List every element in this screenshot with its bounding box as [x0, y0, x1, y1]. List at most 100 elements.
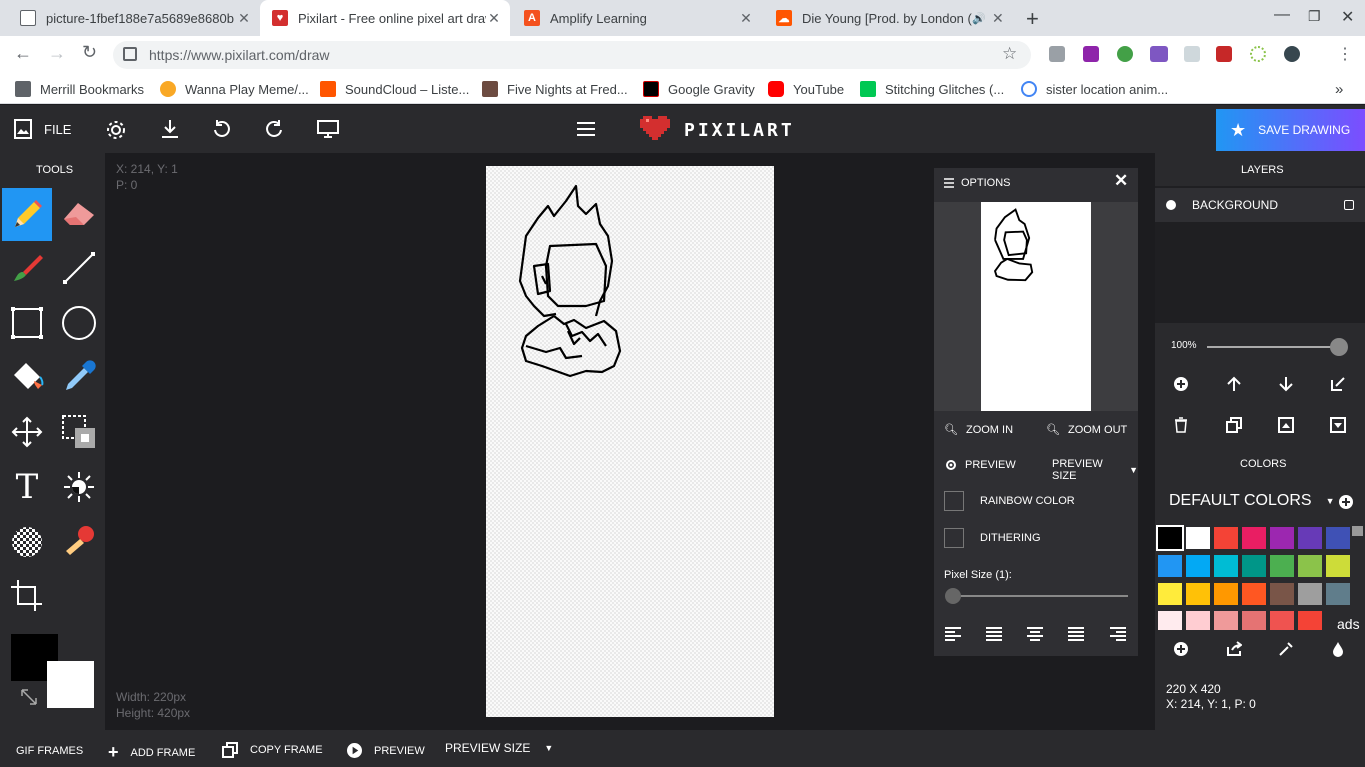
- text-tool[interactable]: T: [4, 463, 50, 511]
- dithering-option[interactable]: DITHERING: [944, 528, 1041, 548]
- color-swatch[interactable]: [1214, 611, 1238, 630]
- tab-soundcloud[interactable]: ☁ Die Young [Prod. by London ( 🔊 ✕: [764, 0, 1012, 36]
- water-drop-icon[interactable]: [1331, 641, 1345, 657]
- dither-tool[interactable]: [4, 518, 50, 566]
- hamburger-menu-icon[interactable]: [576, 121, 596, 137]
- page-info-icon[interactable]: [123, 47, 137, 61]
- close-tab-icon[interactable]: ✕: [992, 10, 1004, 27]
- bookmark-star-icon[interactable]: ☆: [1002, 44, 1017, 64]
- extension-icon[interactable]: [1150, 46, 1168, 62]
- add-layer-icon[interactable]: [1173, 376, 1189, 392]
- undo-icon[interactable]: [212, 120, 232, 138]
- tab-pixilart[interactable]: ♥ Pixilart - Free online pixel art draw …: [260, 0, 510, 36]
- color-swatch[interactable]: [1242, 527, 1266, 549]
- color-swatch[interactable]: [1298, 611, 1322, 630]
- audio-playing-icon[interactable]: 🔊: [972, 12, 986, 25]
- reload-icon[interactable]: ↻: [82, 42, 97, 63]
- circle-tool[interactable]: [56, 299, 102, 347]
- extension-icon[interactable]: [1284, 46, 1300, 62]
- close-options-icon[interactable]: ✕: [1114, 171, 1128, 191]
- brush-tool[interactable]: [4, 244, 50, 292]
- redo-icon[interactable]: [264, 120, 284, 138]
- merge-up-icon[interactable]: [1278, 417, 1294, 433]
- color-swatch[interactable]: [1186, 527, 1210, 549]
- color-swatch[interactable]: [1158, 583, 1182, 605]
- move-layer-up-icon[interactable]: [1226, 376, 1242, 392]
- new-tab-button[interactable]: +: [1026, 6, 1039, 32]
- url-text[interactable]: https://www.pixilart.com/draw: [149, 47, 330, 63]
- color-swatch[interactable]: [1158, 611, 1182, 630]
- bookmark-youtube[interactable]: YouTube: [768, 80, 844, 98]
- tab-picture[interactable]: picture-1fbef188e7a5689e8680b ✕: [8, 0, 260, 36]
- color-swatch[interactable]: [1186, 583, 1210, 605]
- duplicate-layer-icon[interactable]: [1226, 417, 1242, 433]
- download-icon[interactable]: [161, 119, 179, 139]
- bookmark-merrill[interactable]: Merrill Bookmarks: [15, 80, 144, 98]
- eraser-tool[interactable]: [56, 190, 102, 238]
- color-swatch[interactable]: [1270, 527, 1294, 549]
- swap-colors-icon[interactable]: [20, 688, 38, 706]
- crop-tool[interactable]: [4, 572, 50, 620]
- rainbow-checkbox[interactable]: [944, 491, 964, 511]
- select-tool[interactable]: [56, 408, 102, 456]
- color-swatch[interactable]: [1298, 583, 1322, 605]
- swatch-scrollbar[interactable]: [1350, 524, 1365, 630]
- pencil-tool[interactable]: [2, 188, 52, 241]
- tab-amplify[interactable]: A Amplify Learning ✕: [512, 0, 762, 36]
- preview-thumbnail[interactable]: [981, 202, 1091, 411]
- add-palette-icon[interactable]: [1338, 494, 1354, 510]
- extension-icon[interactable]: [1083, 46, 1099, 62]
- layer-item-background[interactable]: BACKGROUND: [1155, 188, 1365, 222]
- add-color-icon[interactable]: [1173, 641, 1189, 657]
- extension-icon[interactable]: [1250, 46, 1266, 62]
- copy-frame-button[interactable]: COPY FRAME: [222, 742, 323, 758]
- restore-icon[interactable]: ❐: [1308, 8, 1321, 25]
- close-tab-icon[interactable]: ✕: [486, 10, 502, 27]
- add-frame-button[interactable]: + ADD FRAME: [108, 742, 195, 763]
- forward-icon[interactable]: →: [48, 43, 66, 64]
- close-tab-icon[interactable]: ✕: [738, 10, 754, 27]
- pixel-size-slider[interactable]: [945, 588, 961, 604]
- move-layer-down-icon[interactable]: [1278, 376, 1294, 392]
- extension-icon[interactable]: [1117, 46, 1133, 62]
- color-swatch[interactable]: [1158, 555, 1182, 577]
- color-swatch[interactable]: [1186, 555, 1210, 577]
- rainbow-color-option[interactable]: RAINBOW COLOR: [944, 491, 1075, 511]
- color-swatch[interactable]: [1214, 527, 1238, 549]
- drawing-canvas[interactable]: [486, 166, 774, 717]
- close-tab-icon[interactable]: ✕: [236, 10, 252, 27]
- color-swatch[interactable]: [1186, 611, 1210, 630]
- zoom-out-button[interactable]: 🔍︎ ZOOM OUT: [1046, 423, 1127, 437]
- delete-layer-icon[interactable]: [1173, 417, 1189, 433]
- minimize-icon[interactable]: —: [1274, 6, 1290, 24]
- color-swatch[interactable]: [1270, 583, 1294, 605]
- color-swatch[interactable]: [1270, 555, 1294, 577]
- line-tool[interactable]: [56, 244, 102, 292]
- share-palette-icon[interactable]: [1226, 641, 1242, 657]
- color-swatch[interactable]: [1298, 527, 1322, 549]
- file-menu[interactable]: FILE: [14, 119, 71, 139]
- bookmark-stitching[interactable]: Stitching Glitches (...: [860, 80, 1004, 98]
- preview-toggle[interactable]: PREVIEW: [946, 459, 1016, 471]
- bookmark-wanna-play[interactable]: Wanna Play Meme/...: [160, 80, 309, 98]
- bookmark-fnaf[interactable]: Five Nights at Fred...: [482, 80, 628, 98]
- back-icon[interactable]: ←: [14, 43, 32, 64]
- stamp-tool[interactable]: [56, 518, 102, 566]
- eyedropper-icon[interactable]: [1278, 641, 1294, 657]
- color-swatch[interactable]: [1298, 555, 1322, 577]
- color-swatch[interactable]: [1214, 555, 1238, 577]
- merge-down-icon[interactable]: [1330, 417, 1346, 433]
- bookmarks-overflow[interactable]: »: [1335, 80, 1343, 98]
- settings-gear-icon[interactable]: [106, 120, 126, 140]
- edit-layer-icon[interactable]: [1330, 376, 1346, 392]
- color-swatch[interactable]: [1326, 527, 1350, 549]
- frame-preview-size-dropdown[interactable]: PREVIEW SIZE ▼: [445, 741, 553, 755]
- color-swatch[interactable]: [1242, 583, 1266, 605]
- color-swatch[interactable]: [1156, 525, 1184, 551]
- color-picker-tool[interactable]: [56, 353, 102, 401]
- zoom-in-button[interactable]: 🔍︎ ZOOM IN: [944, 423, 1013, 437]
- close-window-icon[interactable]: ✕: [1341, 7, 1354, 27]
- rectangle-tool[interactable]: [4, 299, 50, 347]
- color-swatch[interactable]: [1326, 555, 1350, 577]
- logo-text[interactable]: PIXILART: [684, 120, 795, 141]
